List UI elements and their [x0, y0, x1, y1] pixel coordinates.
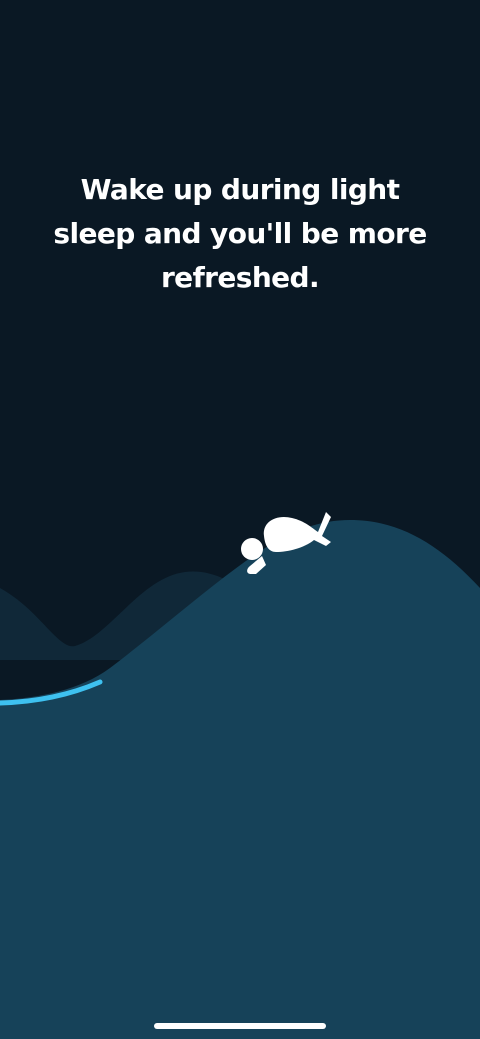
sleep-wave-illustration	[0, 512, 480, 1039]
onboarding-screen: Wake up during light sleep and you'll be…	[0, 0, 480, 1039]
home-indicator[interactable]	[154, 1023, 326, 1029]
front-wave	[0, 520, 480, 1039]
